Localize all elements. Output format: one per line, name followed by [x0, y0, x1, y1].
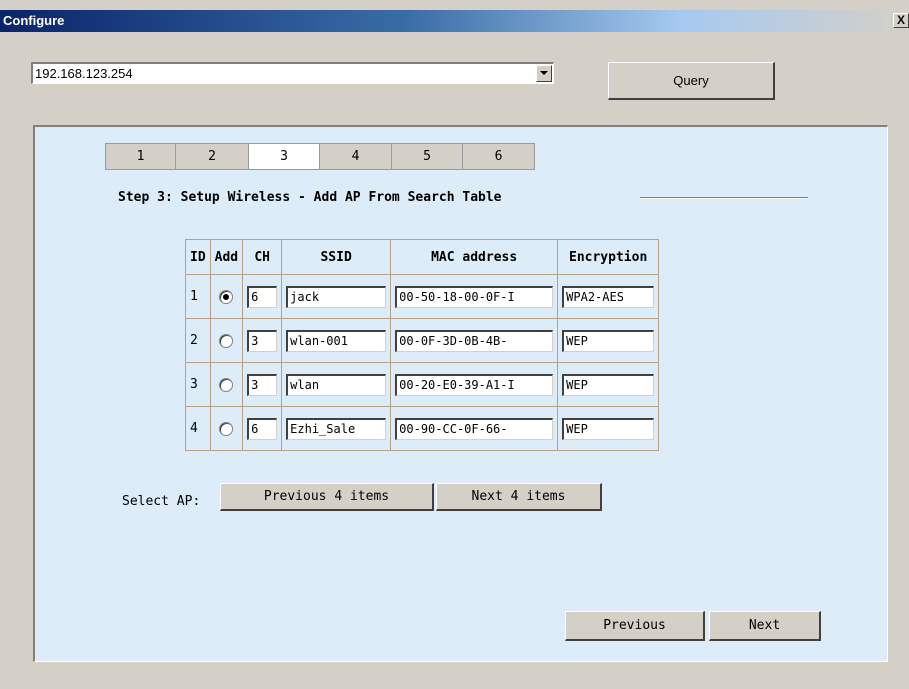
query-button[interactable]: Query: [608, 62, 775, 100]
row-id: 2: [186, 319, 210, 362]
tab-step-1[interactable]: 1: [105, 143, 176, 170]
title-bar: Configure X: [0, 10, 909, 32]
tab-step-5[interactable]: 5: [391, 143, 463, 170]
channel-field[interactable]: 6: [247, 285, 278, 308]
encryption-field[interactable]: WEP: [562, 373, 655, 396]
table-row: 3 3 wlan 00-20-E0-39-A1-I WEP: [186, 363, 659, 406]
step-tabs: 1 2 3 4 5 6: [105, 143, 535, 170]
ap-search-table: ID Add CH SSID MAC address Encryption 1 …: [185, 239, 660, 451]
mac-field[interactable]: 00-20-E0-39-A1-I: [395, 373, 554, 396]
close-button[interactable]: X: [893, 13, 909, 28]
column-header-encryption: Encryption: [558, 240, 659, 274]
mac-field[interactable]: 00-0F-3D-0B-4B-: [395, 329, 554, 352]
add-radio[interactable]: [219, 333, 234, 348]
tab-step-4[interactable]: 4: [319, 143, 392, 170]
add-radio[interactable]: [219, 289, 234, 304]
ssid-field[interactable]: wlan: [286, 373, 387, 396]
channel-field[interactable]: 3: [247, 373, 278, 396]
channel-field[interactable]: 6: [247, 417, 278, 440]
column-header-ch: CH: [243, 240, 282, 274]
next-button[interactable]: Next: [709, 611, 821, 641]
next-4-items-button[interactable]: Next 4 items: [436, 483, 602, 511]
row-id: 1: [186, 275, 210, 318]
ip-address-select[interactable]: 192.168.123.254: [31, 62, 554, 84]
tab-step-2[interactable]: 2: [175, 143, 249, 170]
column-header-ssid: SSID: [282, 240, 391, 274]
close-icon: X: [896, 13, 905, 27]
encryption-field[interactable]: WPA2-AES: [562, 285, 655, 308]
chevron-down-icon: [540, 71, 548, 75]
table-row: 1 6 jack 00-50-18-00-0F-I WPA2-AES: [186, 275, 659, 318]
dropdown-button[interactable]: [536, 65, 552, 82]
column-header-mac: MAC address: [391, 240, 558, 274]
row-id: 4: [186, 407, 210, 450]
ssid-field[interactable]: Ezhi_Sale: [286, 417, 387, 440]
window-title: Configure: [3, 13, 65, 28]
previous-4-items-button[interactable]: Previous 4 items: [220, 483, 434, 511]
mac-field[interactable]: 00-50-18-00-0F-I: [395, 285, 554, 308]
ip-address-value: 192.168.123.254: [35, 66, 133, 81]
channel-field[interactable]: 3: [247, 329, 278, 352]
tab-step-6[interactable]: 6: [462, 143, 535, 170]
column-header-id: ID: [186, 240, 210, 274]
encryption-field[interactable]: WEP: [562, 417, 655, 440]
step-heading: Step 3: Setup Wireless - Add AP From Sea…: [118, 190, 502, 205]
add-radio[interactable]: [219, 421, 234, 436]
wizard-panel: 1 2 3 4 5 6 Step 3: Setup Wireless - Add…: [33, 125, 888, 662]
table-row: 2 3 wlan-001 00-0F-3D-0B-4B- WEP: [186, 319, 659, 362]
heading-divider: [640, 197, 808, 199]
column-header-add: Add: [210, 240, 243, 274]
row-id: 3: [186, 363, 210, 406]
table-row: 4 6 Ezhi_Sale 00-90-CC-0F-66- WEP: [186, 407, 659, 450]
add-radio[interactable]: [219, 377, 234, 392]
select-ap-label: Select AP:: [122, 494, 201, 509]
encryption-field[interactable]: WEP: [562, 329, 655, 352]
mac-field[interactable]: 00-90-CC-0F-66-: [395, 417, 554, 440]
ssid-field[interactable]: jack: [286, 285, 387, 308]
ssid-field[interactable]: wlan-001: [286, 329, 387, 352]
tab-step-3[interactable]: 3: [248, 143, 320, 170]
previous-button[interactable]: Previous: [565, 611, 705, 641]
